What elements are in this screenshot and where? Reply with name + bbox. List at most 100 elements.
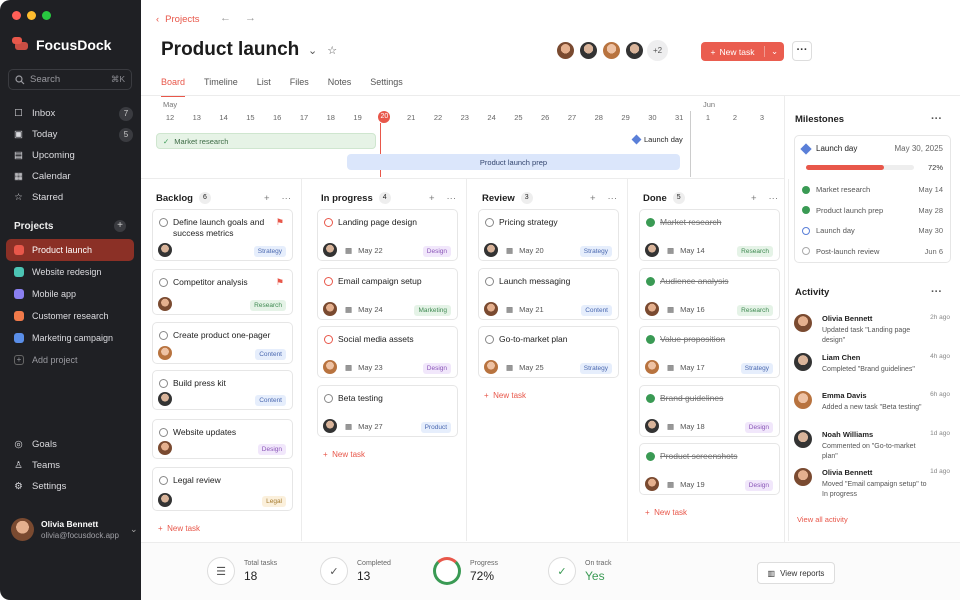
add-card-plus-icon[interactable]: + xyxy=(590,193,596,204)
add-project-button[interactable]: + Add project xyxy=(6,349,134,371)
add-task-link[interactable]: + New task xyxy=(323,450,365,459)
task-card[interactable]: Competitor analysis ⚑ Research xyxy=(152,269,293,315)
member-avatars[interactable]: +2 xyxy=(555,40,668,61)
add-task-link[interactable]: + New task xyxy=(484,391,526,400)
task-card[interactable]: Social media assets ▦ May 23 Design xyxy=(317,326,458,378)
project-item-website-redesign[interactable]: Website redesign xyxy=(6,261,134,283)
nav-goals[interactable]: ◎ Goals xyxy=(8,434,133,455)
more-options-button[interactable]: ··· xyxy=(792,41,812,61)
task-card[interactable]: Pricing strategy ▦ May 20 Strategy xyxy=(478,209,619,261)
task-title: Legal review xyxy=(173,475,221,485)
nav-today[interactable]: ▣ Today 5 xyxy=(8,124,133,145)
task-card[interactable]: Email campaign setup ▦ May 24 Marketing xyxy=(317,267,458,320)
forward-arrow-icon[interactable]: → xyxy=(245,12,256,24)
timeline-bar-market-research[interactable]: ✓ Market research xyxy=(156,133,376,149)
task-checkbox[interactable] xyxy=(324,335,333,344)
task-card[interactable]: Legal review Legal xyxy=(152,467,293,511)
check-circle-icon[interactable] xyxy=(646,452,655,461)
tab-board[interactable]: Board xyxy=(161,77,186,97)
chevron-down-icon[interactable]: ⌄ xyxy=(308,44,317,57)
minimize-window-button[interactable] xyxy=(27,11,36,20)
nav-upcoming[interactable]: ▤ Upcoming xyxy=(8,145,133,166)
view-reports-button[interactable]: ▥ View reports xyxy=(757,562,835,584)
task-card[interactable]: Build press kit Content xyxy=(152,370,293,410)
task-card[interactable]: Beta testing ▦ May 27 Product xyxy=(317,384,458,437)
project-item-product-launch[interactable]: Product launch xyxy=(6,239,134,261)
breadcrumb-projects-link[interactable]: Projects xyxy=(165,14,199,25)
add-task-link[interactable]: + New task xyxy=(645,508,687,517)
nav-calendar[interactable]: ▦ Calendar xyxy=(8,166,133,187)
task-checkbox[interactable] xyxy=(485,276,494,286)
activity-more-button[interactable]: ··· xyxy=(931,286,942,298)
project-item-mobile-app[interactable]: Mobile app xyxy=(6,283,134,305)
new-task-button[interactable]: + New task ⌄ xyxy=(701,42,784,61)
task-card[interactable]: Define launch goals and success metrics ⚑… xyxy=(152,209,293,261)
add-card-plus-icon[interactable]: + xyxy=(751,193,757,204)
check-circle-icon[interactable] xyxy=(646,276,655,286)
breadcrumb[interactable]: ‹ Projects xyxy=(156,14,200,25)
nav-starred[interactable]: ☆ Starred xyxy=(8,187,133,208)
chevron-down-icon[interactable]: ⌄ xyxy=(130,524,138,535)
task-card[interactable]: Product screenshots ▦ May 19 Design xyxy=(639,443,780,495)
task-card[interactable]: Market research ▦ May 14 Research xyxy=(639,209,780,261)
project-item-customer-research[interactable]: Customer research xyxy=(6,305,134,327)
check-circle-icon[interactable] xyxy=(646,218,655,227)
task-card[interactable]: Brand guidelines ▦ May 18 Design xyxy=(639,384,780,437)
close-window-button[interactable] xyxy=(12,11,21,20)
task-card[interactable]: Website updates Design xyxy=(152,419,293,459)
column-more-icon[interactable]: ··· xyxy=(282,193,292,204)
task-card[interactable]: Value proposition ▦ May 17 Strategy xyxy=(639,326,780,378)
task-checkbox[interactable] xyxy=(324,276,333,286)
tab-files[interactable]: Files xyxy=(290,77,309,97)
search-input[interactable]: Search ⌘K xyxy=(8,69,132,90)
milestone-main[interactable]: Launch day May 30, 2025 xyxy=(800,142,943,155)
add-card-plus-icon[interactable]: + xyxy=(264,193,270,204)
check-circle-icon[interactable] xyxy=(646,335,655,344)
tab-notes[interactable]: Notes xyxy=(328,77,352,97)
timeline-milestone-launch-day[interactable]: Launch day xyxy=(631,134,683,145)
task-card[interactable]: Go-to-market plan ▦ May 25 Strategy xyxy=(478,326,619,378)
task-checkbox[interactable] xyxy=(159,379,168,388)
column-more-icon[interactable]: ··· xyxy=(769,193,779,204)
maximize-window-button[interactable] xyxy=(42,11,51,20)
milestones-more-button[interactable]: ··· xyxy=(931,113,942,125)
milestone-item[interactable]: Launch day May 30 xyxy=(802,226,943,235)
column-more-icon[interactable]: ··· xyxy=(608,193,618,204)
task-card[interactable]: Audience analysis ▦ May 16 Research xyxy=(639,267,780,320)
nav-teams[interactable]: ♙ Teams xyxy=(8,455,133,476)
star-icon[interactable]: ☆ xyxy=(327,44,337,57)
task-checkbox[interactable] xyxy=(485,218,494,227)
task-checkbox[interactable] xyxy=(159,218,168,227)
milestone-item[interactable]: Product launch prep May 28 xyxy=(802,206,943,215)
nav-inbox[interactable]: ☐ Inbox 7 xyxy=(8,103,133,124)
task-checkbox[interactable] xyxy=(324,218,333,227)
task-card[interactable]: Landing page design ▦ May 22 Design xyxy=(317,209,458,261)
tab-list[interactable]: List xyxy=(257,77,271,97)
tab-settings[interactable]: Settings xyxy=(370,77,403,97)
task-checkbox[interactable] xyxy=(324,393,333,403)
task-checkbox[interactable] xyxy=(159,331,168,340)
add-project-plus-button[interactable]: + xyxy=(114,220,126,232)
task-checkbox[interactable] xyxy=(159,428,168,437)
nav-settings[interactable]: ⚙ Settings xyxy=(8,476,133,497)
view-all-activity-link[interactable]: View all activity xyxy=(797,515,848,524)
back-arrow-icon[interactable]: ← xyxy=(220,12,231,24)
check-circle-icon[interactable] xyxy=(646,393,655,403)
user-profile[interactable]: Olivia Bennett olivia@focusdock.app ⌄ xyxy=(11,518,138,541)
task-card[interactable]: Create product one-pager Content xyxy=(152,322,293,364)
task-card[interactable]: Launch messaging ▦ May 21 Content xyxy=(478,267,619,320)
calendar-icon: ▦ xyxy=(14,171,23,182)
task-checkbox[interactable] xyxy=(159,278,168,287)
task-checkbox[interactable] xyxy=(159,476,168,485)
add-card-plus-icon[interactable]: + xyxy=(429,193,435,204)
new-task-dropdown-chevron-icon[interactable]: ⌄ xyxy=(764,46,784,57)
task-checkbox[interactable] xyxy=(485,335,494,344)
timeline-bar-product-launch-prep[interactable]: Product launch prep xyxy=(347,154,680,170)
add-task-link[interactable]: + New task xyxy=(158,524,200,533)
project-item-marketing-campaign[interactable]: Marketing campaign xyxy=(6,327,134,349)
tab-timeline[interactable]: Timeline xyxy=(204,77,238,97)
column-more-icon[interactable]: ··· xyxy=(447,193,457,204)
milestone-item[interactable]: Market research May 14 xyxy=(802,185,943,194)
milestone-item[interactable]: Post-launch review Jun 6 xyxy=(802,247,943,256)
more-members-badge[interactable]: +2 xyxy=(647,40,668,61)
